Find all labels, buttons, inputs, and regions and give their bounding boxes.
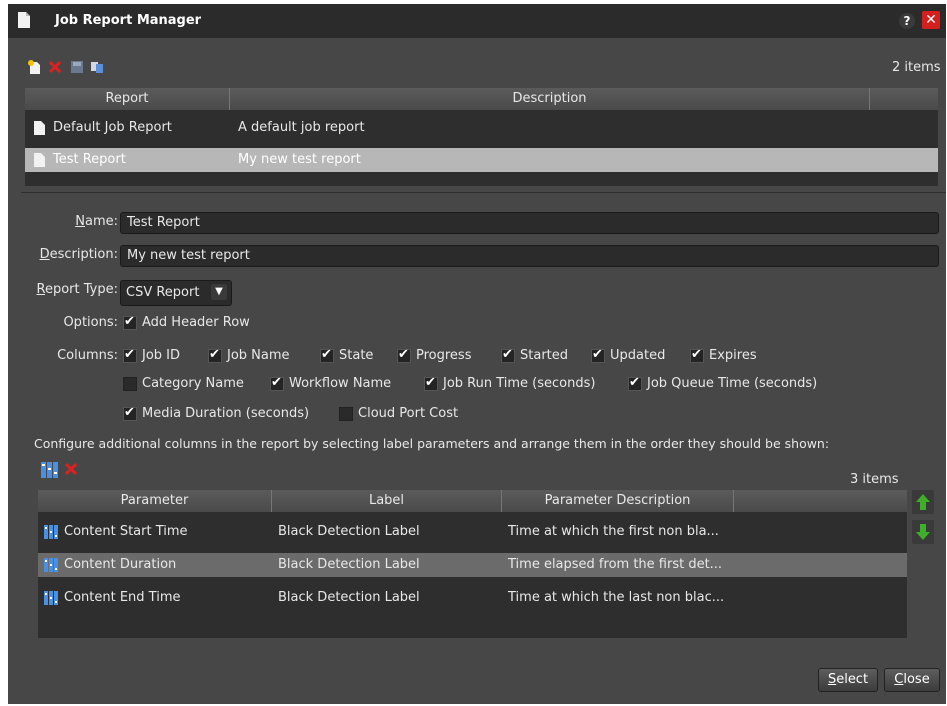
column-label: Expires (709, 348, 757, 363)
column-checkbox-workflow-name[interactable] (270, 375, 284, 391)
column-header-report[interactable]: Report (25, 88, 230, 110)
save-icon[interactable] (70, 60, 84, 74)
document-icon (34, 153, 45, 167)
report-count: 2 items (892, 60, 941, 75)
close-window-button[interactable]: ✕ (922, 11, 940, 29)
copy-icon[interactable] (90, 60, 104, 74)
column-checkbox-job-queue-time[interactable] (628, 375, 642, 391)
description-label: Description: (39, 247, 118, 262)
column-label: Cloud Port Cost (358, 406, 459, 421)
job-report-manager-window: Job Report Manager ? ✕ 2 items Report De… (8, 4, 946, 704)
add-header-row-checkbox[interactable] (123, 314, 137, 330)
parameter-description: Time at which the first non bla... (508, 524, 719, 539)
report-description: My new test report (238, 152, 361, 167)
report-description: A default job report (238, 120, 365, 135)
report-row[interactable]: Default Job Report A default job report (25, 116, 938, 140)
column-checkbox-media-duration[interactable] (123, 405, 137, 421)
report-type-label: Report Type: (36, 282, 118, 297)
column-header-label[interactable]: Label (272, 490, 502, 512)
column-header-empty (870, 88, 938, 110)
parameter-description: Time at which the last non blac... (508, 590, 725, 605)
column-checkbox-cloud-port-cost[interactable] (339, 407, 353, 421)
parameter-list[interactable]: Parameter Label Parameter Description Co… (38, 490, 907, 638)
document-icon (18, 12, 30, 28)
move-up-button[interactable] (912, 490, 934, 514)
report-name: Default Job Report (53, 120, 172, 135)
param-count: 3 items (850, 472, 899, 487)
name-field[interactable]: Test Report (120, 212, 939, 234)
close-button[interactable]: Close (884, 668, 940, 692)
column-checkbox-expires[interactable] (690, 347, 704, 363)
column-label: Category Name (142, 376, 244, 391)
move-down-button[interactable] (912, 520, 934, 544)
parameter-label: Black Detection Label (278, 590, 420, 605)
add-column-icon[interactable] (41, 462, 59, 478)
column-header-empty (734, 490, 907, 512)
report-list[interactable]: Report Description Default Job Report A … (25, 88, 938, 186)
parameter-row-selected[interactable]: Content Duration Black Detection Label T… (38, 553, 907, 577)
column-checkbox-started[interactable] (501, 347, 515, 363)
parameter-label: Black Detection Label (278, 557, 420, 572)
column-label: State (339, 348, 374, 363)
column-checkbox-category-name[interactable] (123, 377, 137, 391)
column-label: Job Name (227, 348, 290, 363)
column-label: Workflow Name (289, 376, 392, 391)
columns-label: Columns: (57, 348, 118, 363)
name-label: Name: (75, 214, 118, 229)
select-button[interactable]: Select (818, 668, 878, 692)
column-checkbox-job-id[interactable] (123, 347, 137, 363)
column-header-description[interactable]: Description (230, 88, 870, 110)
arrow-up-icon (916, 494, 930, 510)
parameter-row[interactable]: Content End Time Black Detection Label T… (38, 586, 907, 610)
column-icon (44, 591, 58, 605)
column-icon (44, 558, 58, 572)
column-label: Updated (610, 348, 666, 363)
add-header-row-label: Add Header Row (142, 315, 250, 330)
column-header-parameter[interactable]: Parameter (38, 490, 272, 512)
column-header-parameter-description[interactable]: Parameter Description (502, 490, 734, 512)
parameter-label: Black Detection Label (278, 524, 420, 539)
column-checkbox-updated[interactable] (591, 347, 605, 363)
column-checkbox-job-name[interactable] (208, 347, 222, 363)
arrow-down-icon (916, 524, 930, 540)
chevron-down-icon[interactable]: ▼ (211, 284, 227, 300)
column-label: Started (520, 348, 569, 363)
document-icon (34, 121, 45, 135)
parameter-name: Content End Time (64, 590, 181, 605)
column-checkbox-state[interactable] (320, 347, 334, 363)
column-label: Job Queue Time (seconds) (647, 376, 818, 391)
delete-icon[interactable] (64, 462, 78, 476)
description-field[interactable]: My new test report (120, 245, 939, 267)
report-type-value: CSV Report (126, 285, 200, 300)
title-bar: Job Report Manager ? ✕ (8, 4, 946, 38)
help-button[interactable]: ? (899, 13, 915, 29)
parameter-list-header: Parameter Label Parameter Description (38, 490, 907, 512)
parameter-row[interactable]: Content Start Time Black Detection Label… (38, 520, 907, 544)
column-label: Progress (416, 348, 472, 363)
new-report-icon[interactable] (28, 60, 42, 74)
parameter-description: Time elapsed from the first det... (508, 557, 723, 572)
column-label: Media Duration (seconds) (142, 406, 310, 421)
window-title: Job Report Manager (55, 13, 202, 28)
params-instructions: Configure additional columns in the repo… (34, 436, 830, 451)
column-icon (44, 525, 58, 539)
report-name: Test Report (53, 152, 126, 167)
options-label: Options: (63, 315, 118, 330)
delete-icon[interactable] (48, 60, 62, 74)
column-checkbox-job-run-time[interactable] (424, 375, 438, 391)
report-list-header: Report Description (25, 88, 938, 110)
report-type-select[interactable]: CSV Report ▼ (120, 280, 232, 306)
column-checkbox-progress[interactable] (397, 347, 411, 363)
parameter-name: Content Duration (64, 557, 177, 572)
parameter-name: Content Start Time (64, 524, 188, 539)
column-label: Job ID (142, 348, 181, 363)
report-row-selected[interactable]: Test Report My new test report (25, 148, 938, 172)
column-label: Job Run Time (seconds) (443, 376, 596, 391)
